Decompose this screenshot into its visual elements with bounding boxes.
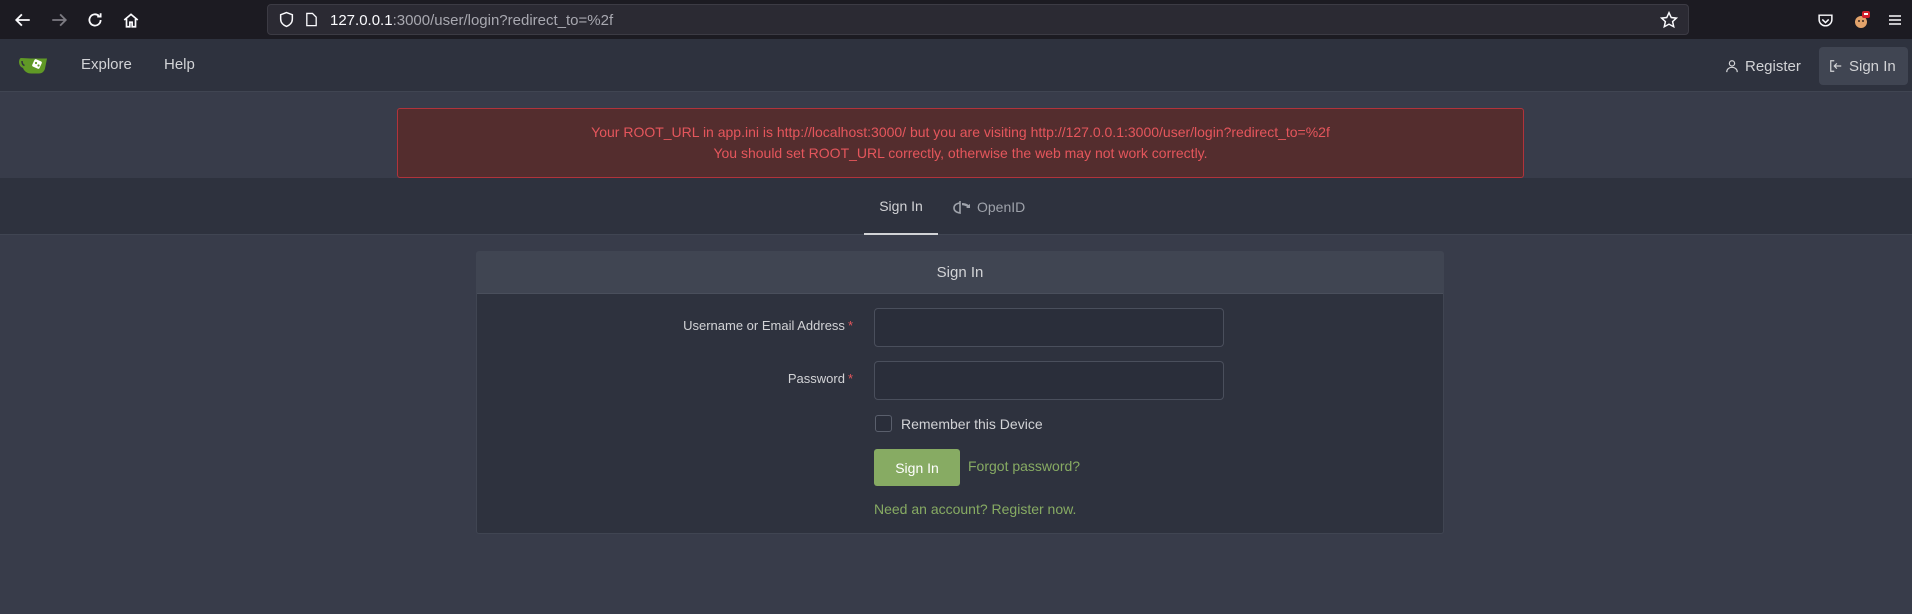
- warning-line-2: You should set ROOT_URL correctly, other…: [713, 145, 1208, 161]
- sign-in-label: Sign In: [1849, 57, 1896, 75]
- url-bar[interactable]: 127.0.0.1:3000/user/login?redirect_to=%2…: [267, 4, 1689, 35]
- back-icon[interactable]: [10, 7, 36, 33]
- openid-icon: [953, 200, 970, 214]
- forgot-password-link[interactable]: Forgot password?: [968, 458, 1080, 474]
- sign-in-link[interactable]: Sign In: [1819, 47, 1908, 85]
- register-label: Register: [1745, 57, 1801, 75]
- user-icon: [1726, 60, 1738, 73]
- forward-icon[interactable]: [46, 7, 72, 33]
- menu-icon[interactable]: [1882, 7, 1908, 33]
- tab-sign-in-label: Sign In: [879, 197, 923, 214]
- bookmark-star-icon[interactable]: [1659, 10, 1679, 34]
- register-now-link[interactable]: Need an account? Register now.: [874, 501, 1076, 517]
- shield-icon[interactable]: [278, 11, 295, 33]
- gitea-logo-icon[interactable]: [19, 53, 51, 82]
- password-input[interactable]: [874, 361, 1224, 400]
- register-link[interactable]: Register: [1715, 47, 1811, 85]
- url-text[interactable]: 127.0.0.1:3000/user/login?redirect_to=%2…: [330, 12, 613, 29]
- home-icon[interactable]: [118, 7, 144, 33]
- sign-in-icon: [1830, 60, 1842, 72]
- pocket-icon[interactable]: [1812, 7, 1838, 33]
- username-label: Username or Email Address *: [683, 318, 853, 333]
- login-tabs: Sign In OpenID: [0, 178, 1912, 235]
- browser-toolbar: 127.0.0.1:3000/user/login?redirect_to=%2…: [0, 0, 1912, 39]
- form-title: Sign In: [477, 252, 1443, 294]
- tab-openid-label: OpenID: [977, 198, 1026, 215]
- username-input[interactable]: [874, 308, 1224, 347]
- page-icon[interactable]: [304, 12, 319, 32]
- nav-explore[interactable]: Explore: [81, 56, 132, 73]
- app-header: Explore Help Register Sign In: [0, 39, 1912, 92]
- remember-device-checkbox[interactable]: [875, 415, 892, 432]
- password-label: Password *: [788, 371, 853, 386]
- required-mark: *: [847, 318, 853, 333]
- username-label-text: Username or Email Address: [683, 318, 845, 333]
- sign-in-button[interactable]: Sign In: [874, 449, 960, 486]
- remember-device-label[interactable]: Remember this Device: [901, 416, 1043, 432]
- password-label-text: Password: [787, 371, 845, 386]
- warning-line-1: Your ROOT_URL in app.ini is http://local…: [591, 124, 1330, 140]
- tab-openid[interactable]: OpenID: [953, 178, 1025, 235]
- required-mark: *: [847, 371, 853, 386]
- tab-sign-in[interactable]: Sign In: [864, 178, 938, 235]
- root-url-warning: Your ROOT_URL in app.ini is http://local…: [397, 108, 1524, 178]
- extension-icon[interactable]: [1848, 7, 1874, 33]
- url-path: :3000/user/login?redirect_to=%2f: [392, 12, 614, 29]
- reload-icon[interactable]: [82, 7, 108, 33]
- nav-help[interactable]: Help: [164, 56, 195, 73]
- sign-in-form: Sign In Username or Email Address * Passw…: [476, 251, 1444, 534]
- url-host: 127.0.0.1: [330, 12, 393, 29]
